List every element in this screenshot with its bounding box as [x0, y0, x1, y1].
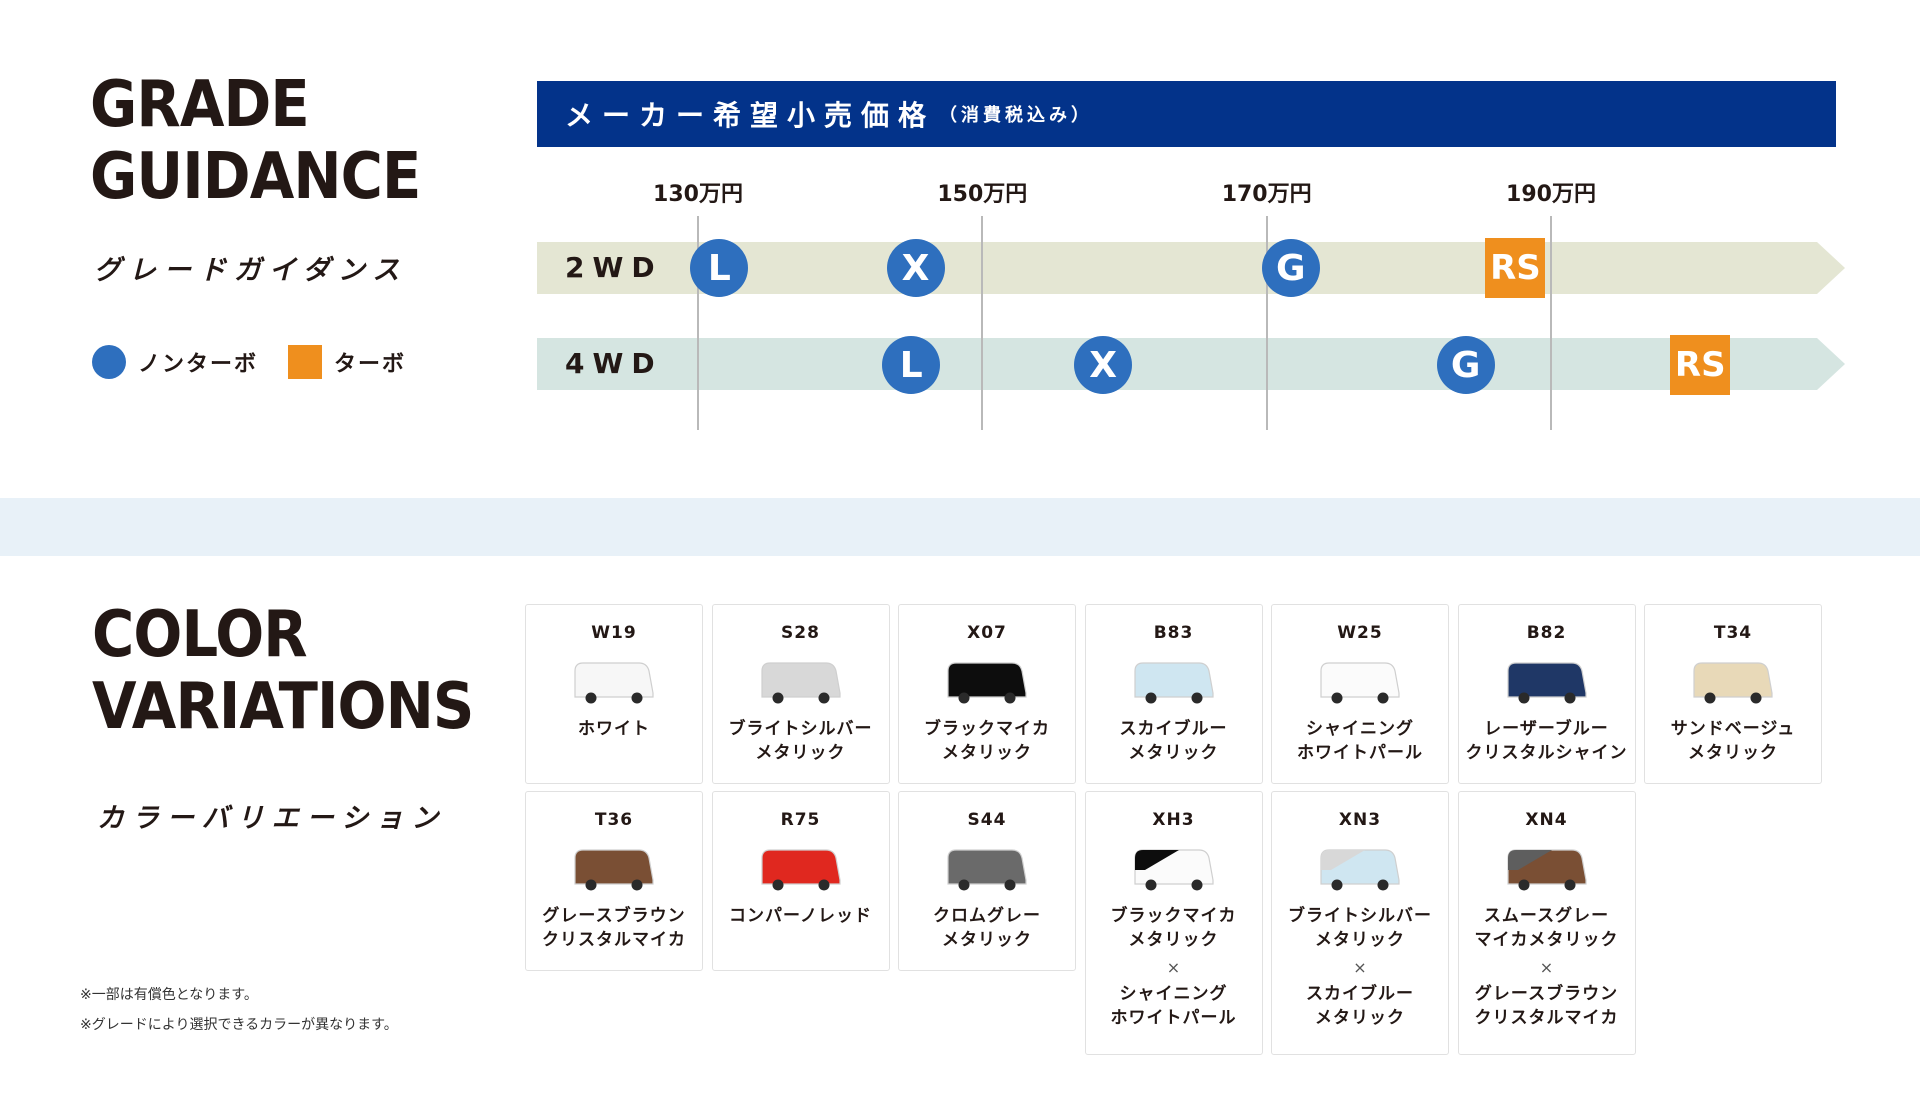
- price-tick-label: 190万円: [1506, 182, 1596, 207]
- color-name: クロムグレー メタリック: [933, 906, 1041, 950]
- legend-turbo-label: ターボ: [334, 352, 407, 377]
- band-label-2wd: 2WD: [565, 251, 663, 284]
- color-code: T36: [594, 810, 634, 830]
- car-silhouette-icon: [947, 662, 1027, 704]
- car-silhouette-icon: [760, 662, 841, 704]
- color-name: ホワイト: [578, 719, 650, 739]
- color-swatch-w19[interactable]: W19 ホワイト: [525, 604, 703, 784]
- color-name: スムースグレー マイカメタリック: [1474, 906, 1619, 950]
- price-tick-label: 150万円: [937, 182, 1028, 207]
- color-title-line2: VARIATIONS: [92, 669, 474, 744]
- band-label-4wd: 4WD: [565, 347, 663, 380]
- color-code: B83: [1153, 623, 1194, 643]
- color-name: サンドベージュ メタリック: [1670, 719, 1796, 763]
- grade-marker-4wd-x: X: [1074, 336, 1133, 394]
- color-name: コンパーノレッド: [729, 906, 872, 926]
- color-swatch-t34[interactable]: T34 サンドベージュ メタリック: [1644, 604, 1822, 784]
- car-silhouette-icon: [1133, 849, 1214, 891]
- color-code: S44: [967, 810, 1007, 830]
- color-swatch-s44[interactable]: S44 クロムグレー メタリック: [898, 791, 1076, 971]
- color-name: レーザーブルー クリスタルシャイン: [1465, 719, 1628, 763]
- car-silhouette-icon: [1133, 662, 1214, 704]
- color-code: W19: [591, 623, 637, 643]
- color-name: グレースブラウン クリスタルマイカ: [542, 906, 686, 950]
- color-code: B82: [1526, 623, 1567, 643]
- color-swatch-xn3[interactable]: XN3 ブライトシルバー メタリック × スカイブルー メタリック: [1271, 791, 1449, 1055]
- color-name: ブラックマイカ メタリック: [924, 719, 1050, 763]
- color-swatch-w25[interactable]: W25 シャイニング ホワイトパール: [1271, 604, 1449, 784]
- band-arrow: [1817, 338, 1845, 390]
- color-swatch-b82[interactable]: B82 レーザーブルー クリスタルシャイン: [1457, 604, 1636, 784]
- price-header: メーカー希望小売価格 （消費税込み）: [537, 81, 1836, 147]
- band-4wd: 4WD: [537, 338, 1845, 390]
- legend-nonturbo-label: ノンターボ: [138, 352, 259, 377]
- grade-marker-2wd-rs: RS: [1485, 238, 1546, 298]
- nonturbo-legend-icon: [92, 345, 126, 379]
- color-name: ブライトシルバー メタリック: [1288, 906, 1432, 950]
- price-header-note: （消費税込み）: [939, 105, 1094, 126]
- price-tick-label: 170万円: [1221, 182, 1312, 207]
- price-gridline: [981, 216, 984, 430]
- color-name-roof: スカイブルー メタリック: [1306, 984, 1414, 1028]
- color-subtitle: カラーバリエーション: [97, 803, 447, 834]
- color-code: W25: [1337, 623, 1383, 643]
- car-silhouette-icon: [1506, 849, 1587, 891]
- grade-marker-4wd-rs: RS: [1670, 335, 1731, 395]
- grade-title-line2: GUIDANCE: [90, 139, 421, 214]
- color-name-roof: シャイニング ホワイトパール: [1110, 984, 1237, 1028]
- price-gridline: [1550, 216, 1552, 430]
- grade-marker-2wd-l: L: [690, 239, 749, 297]
- color-name: ブラックマイカ メタリック: [1110, 906, 1237, 950]
- color-code: X07: [967, 623, 1007, 643]
- note-paid-colors: ※一部は有償色となります。: [80, 987, 258, 1003]
- color-name-roof: グレースブラウン クリスタルマイカ: [1474, 984, 1619, 1028]
- turbo-legend-icon: [288, 345, 323, 379]
- band-arrow: [1817, 242, 1845, 294]
- grade-marker-2wd-x: X: [886, 239, 945, 297]
- color-name: ブライトシルバー メタリック: [728, 719, 873, 763]
- two-tone-separator: ×: [1166, 958, 1181, 977]
- car-silhouette-icon: [574, 662, 654, 704]
- color-swatch-s28[interactable]: S28 ブライトシルバー メタリック: [711, 604, 890, 784]
- price-gridline: [1265, 216, 1268, 430]
- color-name: シャイニング ホワイトパール: [1297, 719, 1423, 763]
- color-swatch-xn4[interactable]: XN4 スムースグレー マイカメタリック × グレースブラウン クリスタルマイカ: [1457, 791, 1636, 1055]
- color-title-line1: COLOR: [92, 598, 308, 672]
- car-silhouette-icon: [574, 849, 654, 891]
- color-code: XN4: [1525, 810, 1568, 830]
- section-divider: [0, 498, 1920, 556]
- grade-legend: ノンターボ ターボ: [92, 345, 406, 379]
- grade-marker-4wd-l: L: [882, 336, 941, 394]
- price-tick-label: 130万円: [653, 182, 743, 207]
- two-tone-separator: ×: [1539, 958, 1554, 977]
- two-tone-separator: ×: [1353, 958, 1367, 977]
- car-silhouette-icon: [1320, 662, 1400, 704]
- grade-title: GRADE GUIDANCE: [90, 68, 421, 214]
- grade-subtitle: グレードガイダンス: [94, 255, 408, 286]
- note-grade-colors: ※グレードにより選択できるカラーが異なります。: [80, 1017, 398, 1033]
- car-silhouette-icon: [1320, 849, 1400, 891]
- price-header-title: メーカー希望小売価格: [565, 99, 936, 132]
- grade-title-line1: GRADE: [90, 68, 310, 142]
- color-title: COLOR VARIATIONS: [92, 598, 474, 744]
- car-silhouette-icon: [760, 849, 841, 891]
- color-name: スカイブルー メタリック: [1119, 719, 1228, 763]
- car-silhouette-icon: [1506, 662, 1587, 704]
- color-swatch-r75[interactable]: R75 コンパーノレッド: [711, 791, 890, 971]
- color-code: T34: [1713, 623, 1753, 643]
- grade-marker-2wd-g: G: [1261, 239, 1320, 297]
- car-silhouette-icon: [947, 849, 1027, 891]
- color-swatch-b83[interactable]: B83 スカイブルー メタリック: [1084, 604, 1263, 784]
- color-swatch-t36[interactable]: T36 グレースブラウン クリスタルマイカ: [525, 791, 703, 971]
- color-code: R75: [780, 810, 821, 830]
- color-code: XH3: [1152, 810, 1195, 830]
- car-silhouette-icon: [1693, 662, 1773, 704]
- color-swatch-x07[interactable]: X07 ブラックマイカ メタリック: [898, 604, 1076, 784]
- grade-marker-4wd-g: G: [1436, 336, 1495, 394]
- color-code: S28: [781, 623, 820, 643]
- color-swatch-xh3[interactable]: XH3 ブラックマイカ メタリック × シャイニング ホワイトパール: [1084, 791, 1263, 1055]
- color-code: XN3: [1338, 810, 1382, 830]
